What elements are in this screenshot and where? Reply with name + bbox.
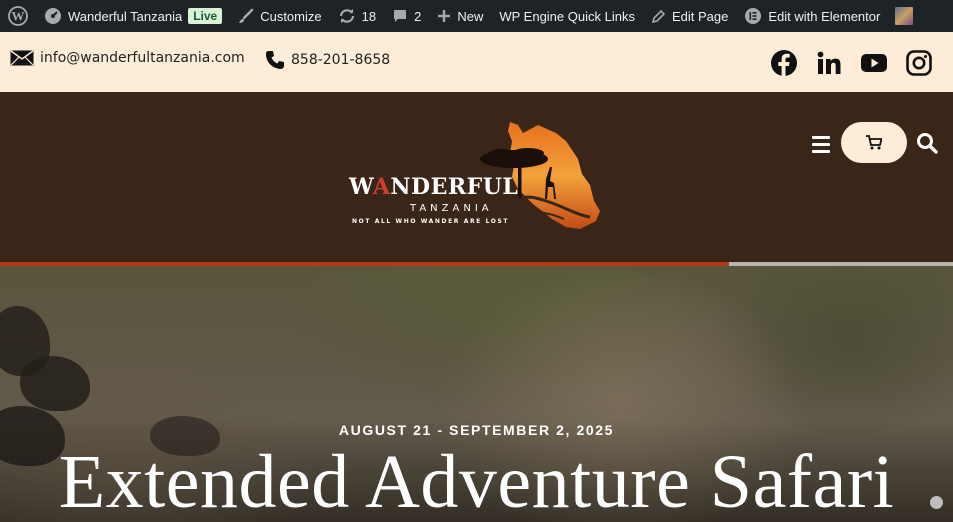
phone-link[interactable]: 858-201-8658 <box>265 50 390 70</box>
edit-page-link[interactable]: Edit Page <box>643 0 736 32</box>
site-name: Wanderful Tanzania <box>68 8 183 24</box>
envelope-icon <box>10 50 34 66</box>
customize-link[interactable]: Customize <box>230 0 329 32</box>
svg-text:W: W <box>12 9 25 24</box>
edit-page-label: Edit Page <box>671 8 729 24</box>
hero-date: AUGUST 21 - SEPTEMBER 2, 2025 <box>338 422 615 438</box>
new-label: New <box>457 8 484 24</box>
wordpress-logo-menu[interactable]: W <box>0 0 36 32</box>
facebook-icon[interactable] <box>770 49 798 77</box>
hero-slider: AUGUST 21 - SEPTEMBER 2, 2025 Extended A… <box>0 266 953 522</box>
slider-dot[interactable] <box>930 496 943 509</box>
user-avatar[interactable] <box>895 7 913 25</box>
site-header: WANDERFUL TANZANIA NOT ALL WHO WANDER AR… <box>0 92 953 262</box>
comments-link[interactable]: 2 <box>384 0 429 32</box>
logo-wordmark: WANDERFUL <box>349 174 519 200</box>
pencil-icon <box>651 9 666 23</box>
edit-with-elementor-link[interactable]: Edit with Elementor <box>736 0 888 32</box>
dashboard-icon <box>45 8 61 24</box>
updates-count: 18 <box>361 8 377 24</box>
logo-subtitle: TANZANIA <box>410 203 493 214</box>
search-icon[interactable] <box>916 132 938 154</box>
site-name-menu[interactable]: Wanderful Tanzania Live <box>36 0 230 32</box>
new-content-menu[interactable]: New <box>429 0 491 32</box>
comments-count: 2 <box>414 8 422 24</box>
comment-icon <box>394 10 407 22</box>
cart-icon <box>866 135 882 150</box>
elementor-icon <box>745 8 762 24</box>
contact-bar: info@wanderfultanzania.com 858-201-8658 <box>0 32 953 92</box>
linkedin-icon[interactable] <box>815 49 843 77</box>
youtube-icon[interactable] <box>860 49 888 77</box>
updates-link[interactable]: 18 <box>330 0 384 32</box>
brush-icon <box>239 8 254 23</box>
phone-text: 858-201-8658 <box>291 52 391 68</box>
instagram-icon[interactable] <box>905 49 933 77</box>
email-text: info@wanderfultanzania.com <box>40 50 245 66</box>
phone-icon <box>266 51 284 69</box>
updates-icon <box>339 9 354 23</box>
live-badge: Live <box>188 8 223 24</box>
logo-tagline: NOT ALL WHO WANDER ARE LOST <box>352 218 510 225</box>
wp-admin-bar: W Wanderful Tanzania Live Customize 18 2… <box>0 0 953 32</box>
customize-label: Customize <box>260 8 322 24</box>
quick-links-label: WP Engine Quick Links <box>499 8 635 24</box>
cart-button[interactable] <box>841 122 907 163</box>
wordpress-icon: W <box>8 6 28 26</box>
hamburger-icon[interactable] <box>812 132 836 156</box>
hero-title: Extended Adventure Safari <box>58 440 895 522</box>
plus-icon <box>438 10 451 22</box>
wp-engine-quick-links[interactable]: WP Engine Quick Links <box>491 0 643 32</box>
email-link[interactable]: info@wanderfultanzania.com <box>10 50 245 66</box>
edit-elementor-label: Edit with Elementor <box>768 8 881 24</box>
